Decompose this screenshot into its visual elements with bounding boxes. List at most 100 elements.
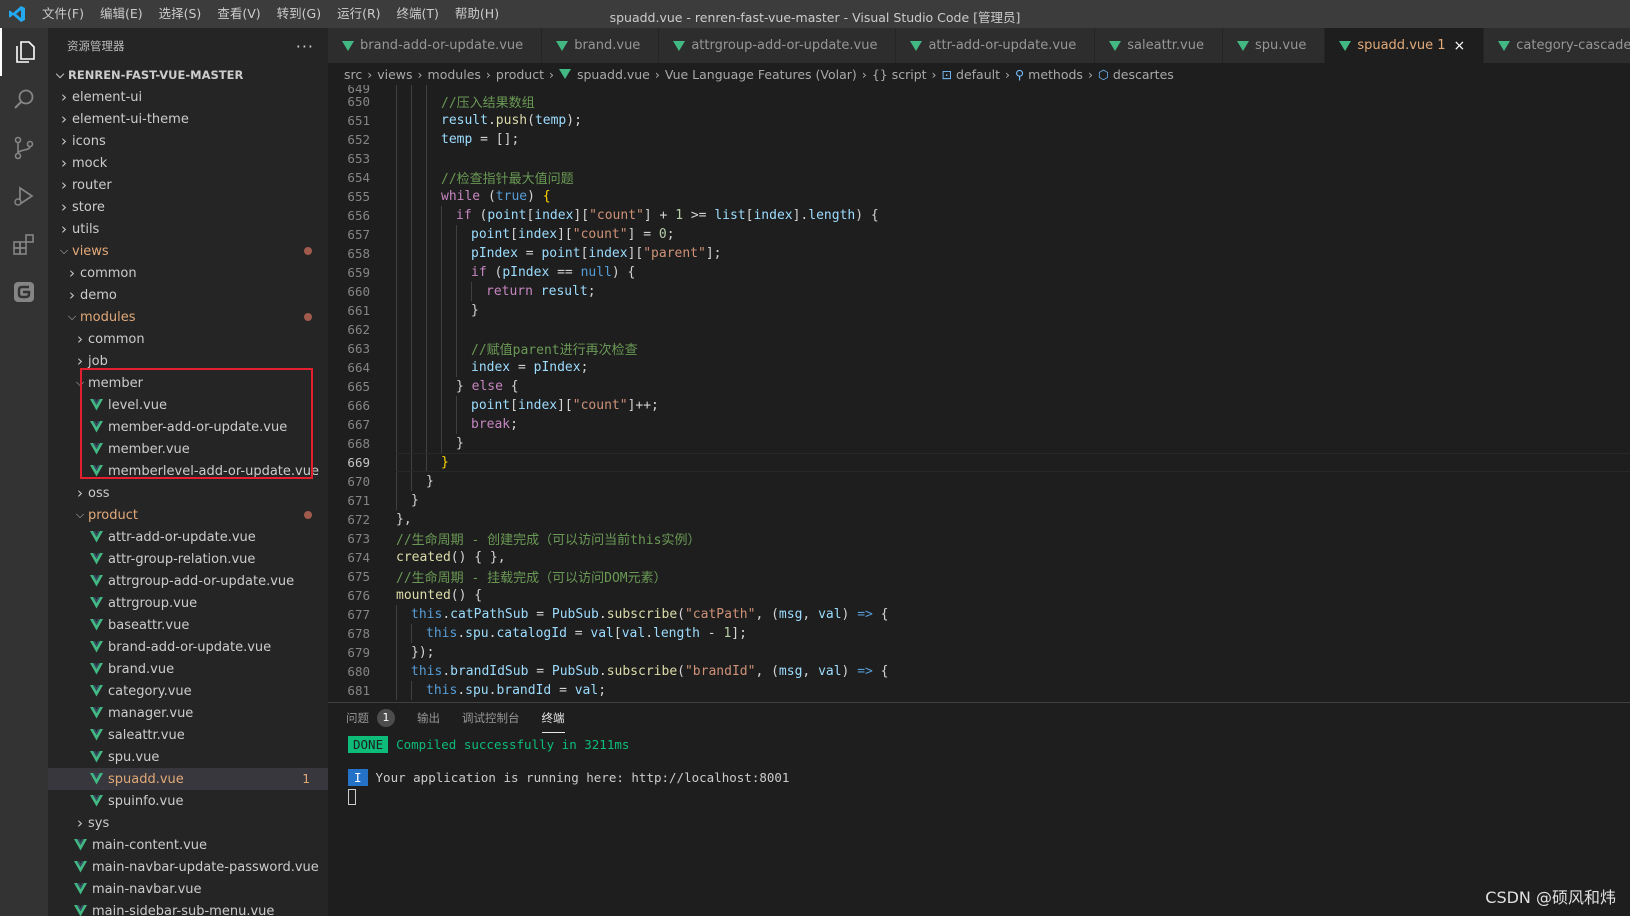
tree-folder[interactable]: › common — [48, 328, 328, 350]
tree-file[interactable]: memberlevel-add-or-update.vue — [48, 460, 328, 482]
breadcrumb-item[interactable]: default — [956, 67, 1000, 82]
vue-file-icon — [1237, 40, 1249, 51]
editor-tab[interactable]: attr-add-or-update.vue — [896, 28, 1096, 63]
tree-folder[interactable]: › element-ui-theme — [48, 108, 328, 130]
breadcrumb-item[interactable]: methods — [1028, 67, 1083, 82]
chevron-right-icon: › — [485, 66, 491, 82]
run-debug-icon[interactable] — [0, 172, 48, 220]
more-actions-icon[interactable]: ··· — [296, 37, 314, 56]
tree-folder[interactable]: ⌵ product — [48, 504, 328, 526]
close-icon[interactable]: × — [1454, 38, 1466, 54]
breadcrumb-item[interactable]: Vue Language Features (Volar) — [665, 67, 857, 82]
tree-file[interactable]: category.vue — [48, 680, 328, 702]
editor-tab[interactable]: spuadd.vue 1 × — [1325, 28, 1485, 63]
panel-tab[interactable]: 问题 1 — [346, 703, 395, 733]
tree-file[interactable]: spuadd.vue 1 — [48, 768, 328, 790]
breadcrumb-item[interactable]: modules — [428, 67, 481, 82]
editor-tab[interactable]: spu.vue — [1223, 28, 1326, 63]
tree-folder[interactable]: › oss — [48, 482, 328, 504]
tree-folder[interactable]: › router — [48, 174, 328, 196]
menu-item[interactable]: 终端(T) — [389, 0, 447, 28]
menu-item[interactable]: 选择(S) — [151, 0, 210, 28]
indent-guide — [426, 111, 427, 130]
gitee-icon[interactable] — [0, 268, 48, 316]
tree-file[interactable]: main-navbar-update-password.vue — [48, 856, 328, 878]
indent-guide — [441, 206, 442, 225]
terminal-line-done: DONE Compiled successfully in 3211ms — [348, 733, 1630, 755]
tree-file[interactable]: member-add-or-update.vue — [48, 416, 328, 438]
extensions-icon[interactable] — [0, 220, 48, 268]
tree-file[interactable]: manager.vue — [48, 702, 328, 724]
tab-label: saleattr.vue — [1127, 38, 1204, 53]
tree-file[interactable]: attr-add-or-update.vue — [48, 526, 328, 548]
menu-item[interactable]: 运行(R) — [329, 0, 388, 28]
tree-folder[interactable]: › demo — [48, 284, 328, 306]
chevron-right-icon: › — [77, 352, 83, 370]
tree-file[interactable]: member.vue — [48, 438, 328, 460]
source-control-icon[interactable] — [0, 124, 48, 172]
indent-guide — [396, 377, 397, 396]
tree-folder[interactable]: › common — [48, 262, 328, 284]
tree-folder[interactable]: › mock — [48, 152, 328, 174]
tree-item-label: member — [88, 375, 143, 391]
menu-item[interactable]: 转到(G) — [269, 0, 329, 28]
tree-file[interactable]: brand.vue — [48, 658, 328, 680]
cube-icon: ⬡ — [1097, 66, 1109, 82]
tree-file[interactable]: main-sidebar-sub-menu.vue — [48, 900, 328, 916]
tree-file[interactable]: spu.vue — [48, 746, 328, 768]
tree-folder[interactable]: ⌵ views — [48, 240, 328, 262]
breadcrumb-item[interactable]: {} script — [872, 67, 927, 82]
menu-item[interactable]: 帮助(H) — [447, 0, 507, 28]
tree-folder[interactable]: › sys — [48, 812, 328, 834]
problems-badge: 1 — [377, 709, 395, 727]
vue-file-icon — [88, 596, 104, 610]
search-icon[interactable] — [0, 76, 48, 124]
menu-item[interactable]: 编辑(E) — [92, 0, 151, 28]
menu-item[interactable]: 查看(V) — [209, 0, 268, 28]
tree-folder[interactable]: › element-ui — [48, 86, 328, 108]
tree-folder[interactable]: ⌵ modules — [48, 306, 328, 328]
indent-guide — [396, 301, 397, 320]
tree-file[interactable]: level.vue — [48, 394, 328, 416]
breadcrumb-item[interactable]: src — [344, 67, 362, 82]
workspace-root[interactable]: ⌵ RENREN-FAST-VUE-MASTER — [48, 64, 328, 86]
menu-item[interactable]: 文件(F) — [34, 0, 92, 28]
tab-label: category-cascader.vue — [1516, 38, 1630, 53]
code-editor[interactable]: 649 650 //压入结果数组 651 result.push(temp); 652 te… — [328, 85, 1630, 702]
editor-tab[interactable]: saleattr.vue — [1095, 28, 1223, 63]
editor-tab[interactable]: attrgroup-add-or-update.vue — [659, 28, 897, 63]
chevron-right-icon: › — [61, 154, 67, 172]
tree-folder[interactable]: › store — [48, 196, 328, 218]
indent-guide — [411, 92, 412, 111]
terminal-cursor — [348, 789, 356, 805]
tree-file[interactable]: main-navbar.vue — [48, 878, 328, 900]
terminal[interactable]: DONE Compiled successfully in 3211ms I Y… — [328, 733, 1630, 806]
tree-file[interactable]: spuinfo.vue — [48, 790, 328, 812]
tree-file[interactable]: saleattr.vue — [48, 724, 328, 746]
tree-file[interactable]: brand-add-or-update.vue — [48, 636, 328, 658]
tree-folder[interactable]: › utils — [48, 218, 328, 240]
tree-folder[interactable]: ⌵ member — [48, 372, 328, 394]
tree-folder[interactable]: › icons — [48, 130, 328, 152]
editor-tab[interactable]: brand.vue — [542, 28, 660, 63]
breadcrumb-item[interactable]: spuadd.vue — [577, 67, 650, 82]
breadcrumb-item[interactable]: descartes — [1113, 67, 1174, 82]
tree-file[interactable]: attrgroup-add-or-update.vue — [48, 570, 328, 592]
tree-file[interactable]: attrgroup.vue — [48, 592, 328, 614]
breadcrumb-item[interactable]: views — [377, 67, 412, 82]
editor-tab[interactable]: category-cascader.vue — [1484, 28, 1630, 63]
tree-file[interactable]: attr-group-relation.vue — [48, 548, 328, 570]
line-number: 677 — [347, 607, 370, 622]
panel-tab[interactable]: 终端 — [541, 703, 565, 733]
panel-tab-label: 终端 — [541, 710, 565, 725]
panel-tab[interactable]: 调试控制台 — [462, 703, 520, 733]
explorer-icon[interactable] — [0, 28, 48, 76]
tree-folder[interactable]: › job — [48, 350, 328, 372]
indent-guide — [396, 662, 397, 681]
tree-file[interactable]: baseattr.vue — [48, 614, 328, 636]
panel-tab[interactable]: 输出 — [417, 703, 440, 733]
breadcrumb-item[interactable]: product — [496, 67, 544, 82]
editor-tab[interactable]: brand-add-or-update.vue — [328, 28, 543, 63]
line-number: 657 — [347, 227, 370, 242]
tree-file[interactable]: main-content.vue — [48, 834, 328, 856]
